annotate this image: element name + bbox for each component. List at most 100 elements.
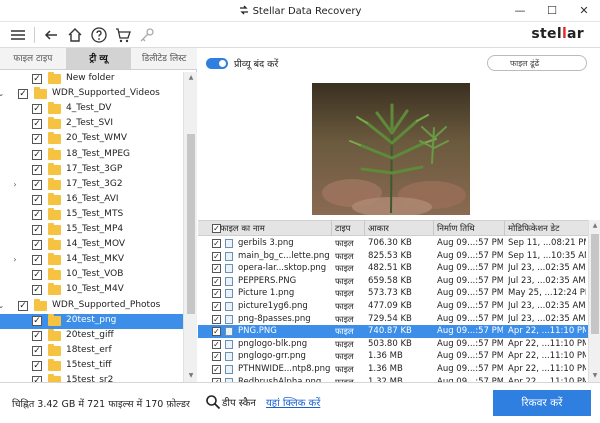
cart-icon[interactable] xyxy=(114,26,132,44)
tree-item-checkbox[interactable]: ✓ xyxy=(32,315,42,326)
tab-tree-view[interactable]: ट्री व्यू xyxy=(65,48,132,69)
menu-icon[interactable] xyxy=(9,26,27,44)
tree-item-checkbox[interactable]: ✓ xyxy=(32,255,42,266)
tree-item-checkbox[interactable]: ✓ xyxy=(32,119,42,130)
col-header-size[interactable]: आकार xyxy=(368,223,389,234)
tree-item-checkbox[interactable]: ✓ xyxy=(32,134,42,145)
image-file-icon xyxy=(225,289,233,299)
col-header-type[interactable]: टाइप xyxy=(335,223,351,234)
folder-icon xyxy=(48,328,61,341)
tree-scrollbar[interactable]: ▲ ▼ xyxy=(183,72,197,382)
grid-scroll-thumb[interactable] xyxy=(591,234,599,334)
tab-deleted-list[interactable]: डिलीटेड लिस्ट xyxy=(131,48,198,69)
file-created-date: Aug 09...:57 PM xyxy=(437,250,503,261)
tree-item[interactable]: ✓ 15test_sr2 xyxy=(0,374,183,382)
tree-item-checkbox[interactable]: ✓ xyxy=(32,179,42,190)
file-row-checkbox[interactable]: ✓ xyxy=(212,251,221,261)
file-row-checkbox[interactable]: ✓ xyxy=(212,302,221,311)
tree-item[interactable]: › ✓ 17_Test_3G2 xyxy=(0,177,183,193)
scroll-down-icon[interactable]: ▼ xyxy=(591,372,599,379)
file-row-checkbox[interactable]: ✓ xyxy=(212,239,221,248)
scroll-down-icon[interactable]: ▼ xyxy=(187,372,195,379)
tree-item[interactable]: ✓ 16_Test_AVI xyxy=(0,192,183,208)
home-icon[interactable] xyxy=(66,26,84,44)
file-row[interactable]: ✓ PTHNWIDE...ntp8.png फाइल 1.36 MB Aug 09...… xyxy=(198,363,588,376)
expand-chevron-icon[interactable]: ⌄ xyxy=(0,301,6,310)
file-row[interactable]: ✓ pnglogo-grr.png फाइल 1.36 MB Aug 09...:57 … xyxy=(198,350,588,363)
tree-item[interactable]: ✓ 18test_erf xyxy=(0,343,183,359)
tree-item-checkbox[interactable]: ✓ xyxy=(32,209,42,220)
scroll-up-icon[interactable]: ▲ xyxy=(591,222,599,229)
tree-scroll-thumb[interactable] xyxy=(187,134,195,314)
file-row[interactable]: ✓ gerbils 3.png फाइल 706.30 KB Aug 09...:57 … xyxy=(198,237,588,250)
tree-item-checkbox[interactable]: ✓ xyxy=(32,345,42,356)
tree-item-checkbox[interactable]: ✓ xyxy=(32,164,42,175)
preview-toggle[interactable] xyxy=(206,58,228,69)
tree-item-checkbox[interactable]: ✓ xyxy=(32,270,42,281)
minimize-button[interactable]: — xyxy=(505,0,535,22)
tree-item-checkbox[interactable]: ✓ xyxy=(32,285,42,296)
tree-item[interactable]: ✓ 20test_png xyxy=(0,313,183,329)
tree-item[interactable]: ✓ 18_Test_MPEG xyxy=(0,147,183,163)
search-input[interactable]: फाइल ढूंढें xyxy=(487,55,587,71)
recover-button[interactable]: रिकवर करें xyxy=(493,390,591,416)
col-header-created[interactable]: निर्माण तिथि xyxy=(437,223,475,234)
tree-item[interactable]: ✓ 20_Test_WMV xyxy=(0,132,183,147)
tree-item[interactable]: ⌄ ✓ WDR_Supported_Videos xyxy=(0,87,183,102)
scroll-up-icon[interactable]: ▲ xyxy=(187,74,195,81)
expand-chevron-icon[interactable]: ⌄ xyxy=(0,89,6,98)
file-row-checkbox[interactable]: ✓ xyxy=(212,365,221,374)
tree-item-checkbox[interactable]: ✓ xyxy=(32,194,42,205)
file-row[interactable]: ✓ PEPPERS.PNG फाइल 659.58 KB Aug 09...:57 PM… xyxy=(198,275,588,288)
tree-item-checkbox[interactable]: ✓ xyxy=(32,74,42,84)
maximize-button[interactable]: ☐ xyxy=(537,0,567,22)
grid-scrollbar[interactable]: ▲ ▼ xyxy=(588,220,600,382)
tree-item-checkbox[interactable]: ✓ xyxy=(32,104,42,115)
file-row[interactable]: ✓ main_bg_c...lette.png फाइल 825.53 KB Aug 0… xyxy=(198,250,588,263)
collapse-chevron-icon[interactable]: › xyxy=(10,180,20,189)
file-row-checkbox[interactable]: ✓ xyxy=(212,289,221,299)
tree-item[interactable]: ✓ 14_Test_MOV xyxy=(0,238,183,253)
tree-item-checkbox[interactable]: ✓ xyxy=(32,240,42,251)
file-row-checkbox[interactable]: ✓ xyxy=(212,352,221,362)
collapse-chevron-icon[interactable]: › xyxy=(10,255,20,264)
file-row-checkbox[interactable]: ✓ xyxy=(212,314,221,324)
file-row-checkbox[interactable]: ✓ xyxy=(212,276,221,286)
file-row[interactable]: ✓ pnglogo-blk.png फाइल 503.80 KB Aug 09...:5… xyxy=(198,338,588,351)
tree-item[interactable]: ✓ 17_Test_3GP xyxy=(0,162,183,178)
tree-item[interactable]: ✓ 15_Test_MTS xyxy=(0,207,183,223)
key-icon[interactable] xyxy=(138,26,156,44)
tree-item[interactable]: ✓ 15test_tiff xyxy=(0,358,183,374)
file-row[interactable]: ✓ png-8passes.png फाइल 729.54 KB Aug 09...:5… xyxy=(198,313,588,326)
tree-item[interactable]: ✓ 10_Test_VOB xyxy=(0,268,183,283)
tree-item-checkbox[interactable]: ✓ xyxy=(18,300,28,311)
tab-file-type[interactable]: फाइल टाइप xyxy=(0,48,66,69)
tree-item-checkbox[interactable]: ✓ xyxy=(32,330,42,341)
file-row-checkbox[interactable]: ✓ xyxy=(212,264,221,274)
file-row-checkbox[interactable]: ✓ xyxy=(212,339,221,349)
col-header-name[interactable]: फाइल का नाम xyxy=(220,223,265,234)
tree-item[interactable]: ✓ New folder xyxy=(0,72,183,87)
tree-item[interactable]: ✓ 10_Test_M4V xyxy=(0,283,183,298)
tree-item[interactable]: ✓ 20test_giff xyxy=(0,328,183,344)
back-icon[interactable] xyxy=(42,26,60,44)
tree-item-label: 14_Test_MKV xyxy=(66,254,124,265)
tree-item[interactable]: › ✓ 14_Test_MKV xyxy=(0,253,183,268)
tree-item-checkbox[interactable]: ✓ xyxy=(32,360,42,371)
file-row[interactable]: ✓ picture1yg6.png फाइल 477.09 KB Aug 09...:5… xyxy=(198,300,588,313)
tree-item[interactable]: ✓ 4_Test_DV xyxy=(0,102,183,117)
tree-item[interactable]: ✓ 2_Test_SVI xyxy=(0,117,183,132)
tree-item-checkbox[interactable]: ✓ xyxy=(32,149,42,160)
deep-scan-link[interactable]: यहां क्लिक करें xyxy=(266,395,320,409)
file-row[interactable]: ✓ Picture 1.png फाइल 573.73 KB Aug 09...:57 … xyxy=(198,287,588,300)
help-icon[interactable] xyxy=(90,26,108,44)
tree-item[interactable]: ⌄ ✓ WDR_Supported_Photos xyxy=(0,298,183,314)
file-row[interactable]: ✓ opera-lar...sktop.png फाइल 482.51 KB Aug 0… xyxy=(198,262,588,275)
file-row-checkbox[interactable]: ✓ xyxy=(212,327,221,337)
file-row[interactable]: ✓ PNG.PNG फाइल 740.87 KB Aug 09...:57 PM Apr … xyxy=(198,325,588,339)
tree-item-checkbox[interactable]: ✓ xyxy=(18,89,28,100)
col-header-modified[interactable]: मोडिफिकेशन डेट xyxy=(508,223,559,234)
close-button[interactable]: ✕ xyxy=(569,0,599,22)
tree-item-checkbox[interactable]: ✓ xyxy=(32,225,42,235)
tree-item[interactable]: ✓ 15_Test_MP4 xyxy=(0,223,183,238)
